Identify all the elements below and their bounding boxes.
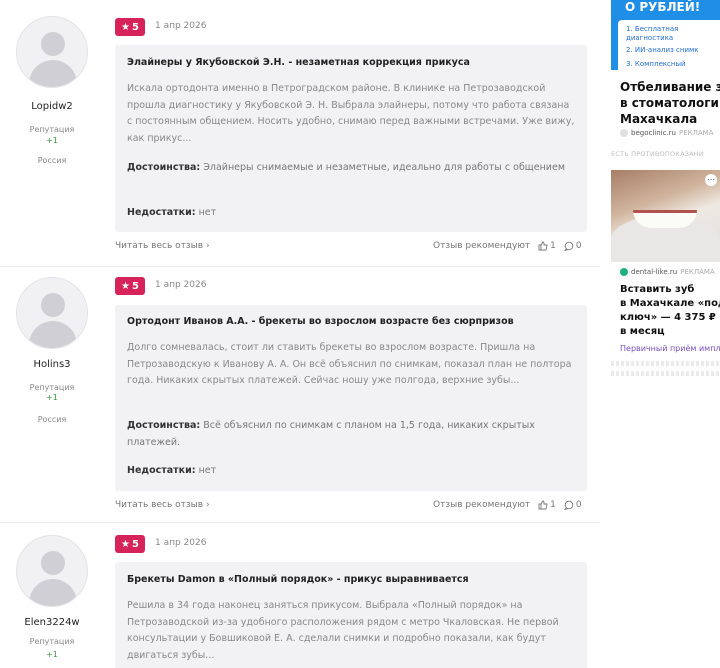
- comment-icon: [564, 241, 574, 251]
- review-card: Ортодонт Иванов А.А. - брекеты во взросл…: [115, 305, 587, 491]
- rating-badge: ★ 5: [115, 535, 145, 553]
- ad1-domain: begoclinic.ru: [631, 129, 676, 137]
- reputation-value: +1: [46, 650, 58, 659]
- ad2-headline[interactable]: ключ» — 4 375 ₽: [620, 311, 716, 325]
- ad1-headline[interactable]: Махачкала: [620, 111, 697, 127]
- review-item: Holins3 Репутация +1 Россия ★ 5 1 апр 202…: [0, 266, 600, 526]
- pros-label: Достоинства:: [127, 420, 201, 431]
- ad1-headline[interactable]: в стоматологи: [620, 95, 719, 111]
- ad-tag: РЕКЛАМА: [678, 129, 714, 137]
- avatar[interactable]: [16, 535, 88, 607]
- username[interactable]: Holins3: [0, 359, 104, 370]
- reputation-label: Репутация: [29, 125, 75, 134]
- ad-banner[interactable]: О РУБЛЕЙ! 1. Бесплатная диагностика 2. И…: [611, 0, 720, 70]
- reviews-feed: Lopidw2 Репутация +1 Россия ★ 5 1 апр 202…: [0, 0, 600, 668]
- ad1-headline[interactable]: Отбеливание зу: [620, 79, 720, 95]
- site-favicon-icon: [620, 268, 628, 276]
- ad2-source[interactable]: dental-like.ru РЕКЛАМА: [620, 268, 715, 276]
- review-text: Решила в 34 года наконец заняться прикус…: [127, 600, 559, 661]
- ad-sidebar: О РУБЛЕЙ! 1. Бесплатная диагностика 2. И…: [611, 0, 720, 668]
- ad-banner-line: диагностика: [626, 34, 674, 42]
- ad-tag: РЕКЛАМА: [680, 268, 715, 276]
- recommend-label: Отзыв рекомендуют: [433, 241, 531, 251]
- ad2-headline[interactable]: в Махачкале «под: [620, 297, 720, 311]
- ad2-headline[interactable]: в месяц: [620, 325, 665, 339]
- review-date: 1 апр 2026: [155, 21, 207, 31]
- star-icon: ★: [121, 21, 130, 33]
- thumbs-up-icon: [538, 500, 548, 510]
- pros-text: Элайнеры снимаемые и незаметные, идеальн…: [203, 162, 565, 173]
- like-count: 1: [550, 500, 556, 510]
- ad-divider: [611, 371, 720, 376]
- username[interactable]: Elen3224w: [0, 617, 104, 628]
- ad2-domain: dental-like.ru: [631, 268, 678, 276]
- reputation-label: Репутация: [29, 637, 75, 646]
- ad2-image[interactable]: ⋯: [611, 170, 720, 262]
- read-more-link[interactable]: Читать весь отзыв ›: [115, 241, 210, 251]
- country: Россия: [37, 415, 67, 424]
- ad1-source[interactable]: begoclinic.ru РЕКЛАМА: [620, 129, 713, 137]
- ad-warning: ЕСТЬ ПРОТИВОПОКАЗАНИ: [611, 150, 704, 158]
- more-icon[interactable]: ⋯: [705, 174, 717, 186]
- avatar[interactable]: [16, 16, 88, 88]
- comments-button[interactable]: 0: [564, 241, 582, 251]
- review-cons: Недостатки: нет: [127, 205, 575, 222]
- comments-button[interactable]: 0: [564, 500, 582, 510]
- country: Россия: [37, 156, 67, 165]
- cons-label: Недостатки:: [127, 207, 196, 218]
- ad-banner-line: 2. ИИ-анализ снимк: [626, 46, 699, 54]
- star-icon: ★: [121, 280, 130, 292]
- ad-banner-line: 1. Бесплатная: [626, 25, 679, 33]
- thumbs-up-icon: [538, 241, 548, 251]
- recommend-label: Отзыв рекомендуют: [433, 500, 531, 510]
- review-card: Элайнеры у Якубовской Э.Н. - незаметная …: [115, 45, 587, 232]
- rating-badge: ★ 5: [115, 18, 145, 36]
- review-item: Elen3224w Репутация +1 ★ 5 1 апр 2026 Бре…: [0, 522, 600, 668]
- ad-banner-line: 3. Комплексный: [626, 60, 686, 68]
- ad-banner-card: 1. Бесплатная диагностика 2. ИИ-анализ с…: [618, 20, 720, 70]
- review-date: 1 апр 2026: [155, 538, 207, 548]
- review-text: Долго сомневалась, стоит ли ставить брек…: [127, 342, 572, 386]
- review-title[interactable]: Ортодонт Иванов А.А. - брекеты во взросл…: [127, 316, 514, 327]
- star-icon: ★: [121, 538, 130, 550]
- review-cons: Недостатки: нет: [127, 463, 575, 480]
- comment-icon: [564, 500, 574, 510]
- like-button[interactable]: 1: [538, 241, 556, 251]
- cons-label: Недостатки:: [127, 465, 196, 476]
- comment-count: 0: [575, 241, 582, 251]
- ad-divider: [611, 361, 720, 366]
- review-actions: Отзыв рекомендуют 1 0: [433, 500, 582, 510]
- reputation-label: Репутация: [29, 383, 75, 392]
- avatar[interactable]: [16, 277, 88, 349]
- review-title[interactable]: Брекеты Damon в «Полный порядок» - прику…: [127, 574, 469, 585]
- review-text: Искала ортодонта именно в Петроградском …: [127, 83, 575, 144]
- review-pros: Достоинства: Всё объяснил по снимкам с п…: [127, 418, 575, 451]
- like-button[interactable]: 1: [538, 500, 556, 510]
- ad-banner-title: О РУБЛЕЙ!: [625, 0, 701, 14]
- review-pros: Достоинства: Элайнеры снимаемые и незаме…: [127, 160, 575, 177]
- comment-count: 0: [575, 500, 582, 510]
- pros-label: Достоинства:: [127, 162, 201, 173]
- rating-badge: ★ 5: [115, 277, 145, 295]
- read-more-link[interactable]: Читать весь отзыв ›: [115, 500, 210, 510]
- page-root: Lopidw2 Репутация +1 Россия ★ 5 1 апр 202…: [0, 0, 720, 668]
- review-card: Брекеты Damon в «Полный порядок» - прику…: [115, 562, 587, 668]
- review-item: Lopidw2 Репутация +1 Россия ★ 5 1 апр 202…: [0, 0, 600, 266]
- review-title[interactable]: Элайнеры у Якубовской Э.Н. - незаметная …: [127, 57, 470, 68]
- username[interactable]: Lopidw2: [0, 101, 104, 112]
- review-actions: Отзыв рекомендуют 1 0: [433, 241, 582, 251]
- review-date: 1 апр 2026: [155, 280, 207, 290]
- reputation-value: +1: [46, 393, 58, 402]
- ad2-cta[interactable]: Первичный приём импла: [620, 344, 720, 353]
- reputation-value: +1: [46, 136, 58, 145]
- cons-text: нет: [198, 207, 217, 218]
- like-count: 1: [550, 241, 556, 251]
- cons-text: нет: [198, 465, 217, 476]
- site-favicon-icon: [620, 129, 628, 137]
- ad2-headline[interactable]: Вставить зуб: [620, 283, 694, 297]
